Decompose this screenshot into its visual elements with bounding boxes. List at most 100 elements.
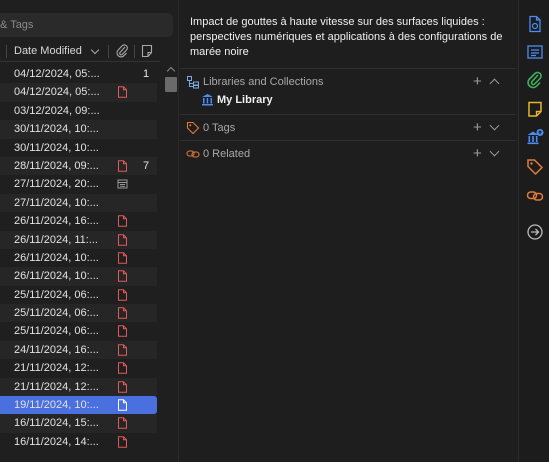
pdf-attachment-icon[interactable]	[117, 417, 128, 430]
add-collection-button[interactable]: +	[473, 74, 482, 89]
item-title[interactable]: Impact de gouttes à haute vitesse sur de…	[190, 15, 510, 60]
collapse-chevron-up-icon[interactable]	[489, 78, 500, 89]
table-row[interactable]: 26/11/2024, 10:...	[0, 267, 157, 286]
sort-chevron-down-icon[interactable]	[90, 45, 100, 55]
scrollbar-thumb[interactable]	[165, 77, 177, 92]
tags-icon[interactable]	[526, 158, 544, 176]
date-modified-cell: 04/12/2024, 05:...	[14, 86, 100, 99]
pdf-attachment-icon[interactable]	[117, 160, 128, 172]
date-modified-cell: 25/11/2024, 06:...	[14, 307, 99, 320]
date-modified-cell: 26/11/2024, 10:...	[14, 251, 99, 264]
items-list: 04/12/2024, 05:... 1 04/12/2024, 05:... 03/…	[0, 65, 160, 451]
attachment-column-icon[interactable]	[116, 44, 128, 58]
info-icon[interactable]	[526, 15, 544, 33]
table-row[interactable]: 26/11/2024, 11:...	[0, 230, 157, 249]
scrollbar[interactable]	[163, 62, 179, 462]
column-date-modified[interactable]: Date Modified	[14, 45, 82, 57]
table-row[interactable]: 26/11/2024, 16:...	[0, 212, 157, 230]
table-row[interactable]: 26/11/2024, 10:...	[0, 249, 157, 267]
sidenav	[518, 0, 549, 462]
related-icon[interactable]	[526, 187, 544, 205]
date-modified-cell: 30/11/2024, 10:...	[14, 123, 99, 136]
pdf-attachment-icon[interactable]	[117, 215, 128, 227]
library-icon	[202, 94, 213, 106]
date-modified-cell: 28/11/2024, 09:...	[14, 159, 99, 172]
table-row[interactable]: 16/11/2024, 15:...	[0, 414, 157, 433]
date-modified-cell: 30/11/2024, 10:...	[14, 141, 99, 154]
date-modified-cell: 25/11/2024, 06:...	[14, 288, 99, 301]
pdf-attachment-icon[interactable]	[117, 288, 128, 301]
date-modified-cell: 25/11/2024, 06:...	[14, 325, 99, 338]
tag-icon	[186, 121, 200, 135]
pdf-attachment-icon[interactable]	[117, 362, 128, 374]
notes-column-icon[interactable]	[141, 44, 153, 58]
table-row[interactable]: 03/12/2024, 09:...	[0, 102, 157, 120]
date-modified-cell: 16/11/2024, 14:...	[14, 435, 99, 448]
table-row[interactable]: 27/11/2024, 10:...	[0, 193, 157, 213]
pdf-attachment-icon[interactable]	[117, 344, 128, 356]
table-row[interactable]: 30/11/2024, 10:...	[0, 139, 157, 157]
pdf-attachment-icon[interactable]	[117, 270, 128, 282]
pdf-attachment-icon[interactable]	[117, 252, 128, 264]
date-modified-cell: 26/11/2024, 16:...	[14, 215, 99, 228]
notes-count-cell: 1	[143, 68, 150, 80]
add-related-button[interactable]: +	[473, 146, 482, 161]
table-row[interactable]: 24/11/2024, 16:...	[0, 340, 157, 360]
pdf-attachment-icon[interactable]	[117, 307, 128, 319]
column-header: Date Modified	[0, 42, 160, 62]
column-separator	[108, 45, 109, 58]
pdf-attachment-icon[interactable]	[117, 399, 128, 411]
pdf-attachment-icon[interactable]	[117, 86, 128, 99]
pdf-attachment-icon[interactable]	[117, 233, 128, 246]
table-row[interactable]: 04/12/2024, 05:...	[0, 83, 157, 102]
date-modified-cell: 21/11/2024, 12:...	[14, 380, 99, 393]
date-modified-cell: 19/11/2024, 10:...	[14, 399, 99, 412]
libraries-collections-icon	[187, 76, 199, 89]
table-row[interactable]: 25/11/2024, 06:...	[0, 322, 157, 340]
library-row[interactable]: My Library	[201, 93, 273, 109]
search-input[interactable]: & Tags	[0, 13, 173, 37]
items-pane: & Tags Date Modified 04/12/2024, 05:... 1…	[0, 0, 179, 462]
library-name: My Library	[217, 94, 273, 106]
table-row[interactable]: 21/11/2024, 12:...	[0, 359, 157, 377]
expand-chevron-down-icon[interactable]	[489, 146, 500, 157]
pdf-attachment-icon[interactable]	[117, 436, 128, 448]
snapshot-attachment-icon[interactable]	[117, 178, 128, 190]
attachments-icon[interactable]	[526, 71, 544, 89]
notes-count-cell: 7	[143, 159, 150, 172]
date-modified-cell: 27/11/2024, 10:...	[14, 196, 99, 209]
tags-section: 0 Tags +	[180, 114, 516, 140]
table-row[interactable]: 16/11/2024, 14:...	[0, 433, 157, 451]
item-pane: Impact de gouttes à haute vitesse sur de…	[180, 0, 518, 462]
date-modified-cell: 04/12/2024, 05:...	[14, 68, 100, 80]
table-row[interactable]: 27/11/2024, 20:...	[0, 175, 157, 193]
table-row[interactable]: 21/11/2024, 12:...	[0, 377, 157, 397]
expand-chevron-down-icon[interactable]	[489, 120, 500, 131]
table-row[interactable]: 30/11/2024, 10:...	[0, 120, 157, 139]
table-row[interactable]: 25/11/2024, 06:...	[0, 286, 157, 304]
section-label-related[interactable]: 0 Related	[203, 148, 250, 160]
libraries-collections-icon[interactable]	[526, 128, 544, 146]
date-modified-cell: 16/11/2024, 15:...	[14, 417, 99, 430]
table-row[interactable]: 19/11/2024, 10:...	[0, 396, 157, 415]
notes-icon[interactable]	[526, 100, 544, 118]
locate-icon[interactable]	[526, 223, 544, 241]
date-modified-cell: 26/11/2024, 11:...	[14, 233, 98, 246]
column-separator	[6, 45, 7, 58]
table-row[interactable]: 28/11/2024, 09:... 7	[0, 156, 157, 176]
section-label-tags[interactable]: 0 Tags	[203, 122, 235, 134]
add-tag-button[interactable]: +	[473, 120, 482, 135]
column-separator	[134, 45, 135, 58]
date-modified-cell: 26/11/2024, 10:...	[14, 270, 99, 283]
pdf-attachment-icon[interactable]	[117, 325, 128, 338]
date-modified-cell: 27/11/2024, 20:...	[14, 178, 99, 191]
section-label-libraries[interactable]: Libraries and Collections	[203, 76, 323, 88]
date-modified-cell: 21/11/2024, 12:...	[14, 362, 99, 375]
abstract-icon[interactable]	[526, 43, 544, 61]
libraries-collections-section: Libraries and Collections +	[180, 68, 516, 114]
table-row[interactable]: 25/11/2024, 06:...	[0, 304, 157, 323]
table-row[interactable]: 04/12/2024, 05:... 1	[0, 65, 157, 83]
pdf-attachment-icon[interactable]	[117, 380, 128, 393]
scroll-up-arrow-icon[interactable]	[166, 66, 176, 76]
date-modified-cell: 03/12/2024, 09:...	[14, 104, 100, 117]
